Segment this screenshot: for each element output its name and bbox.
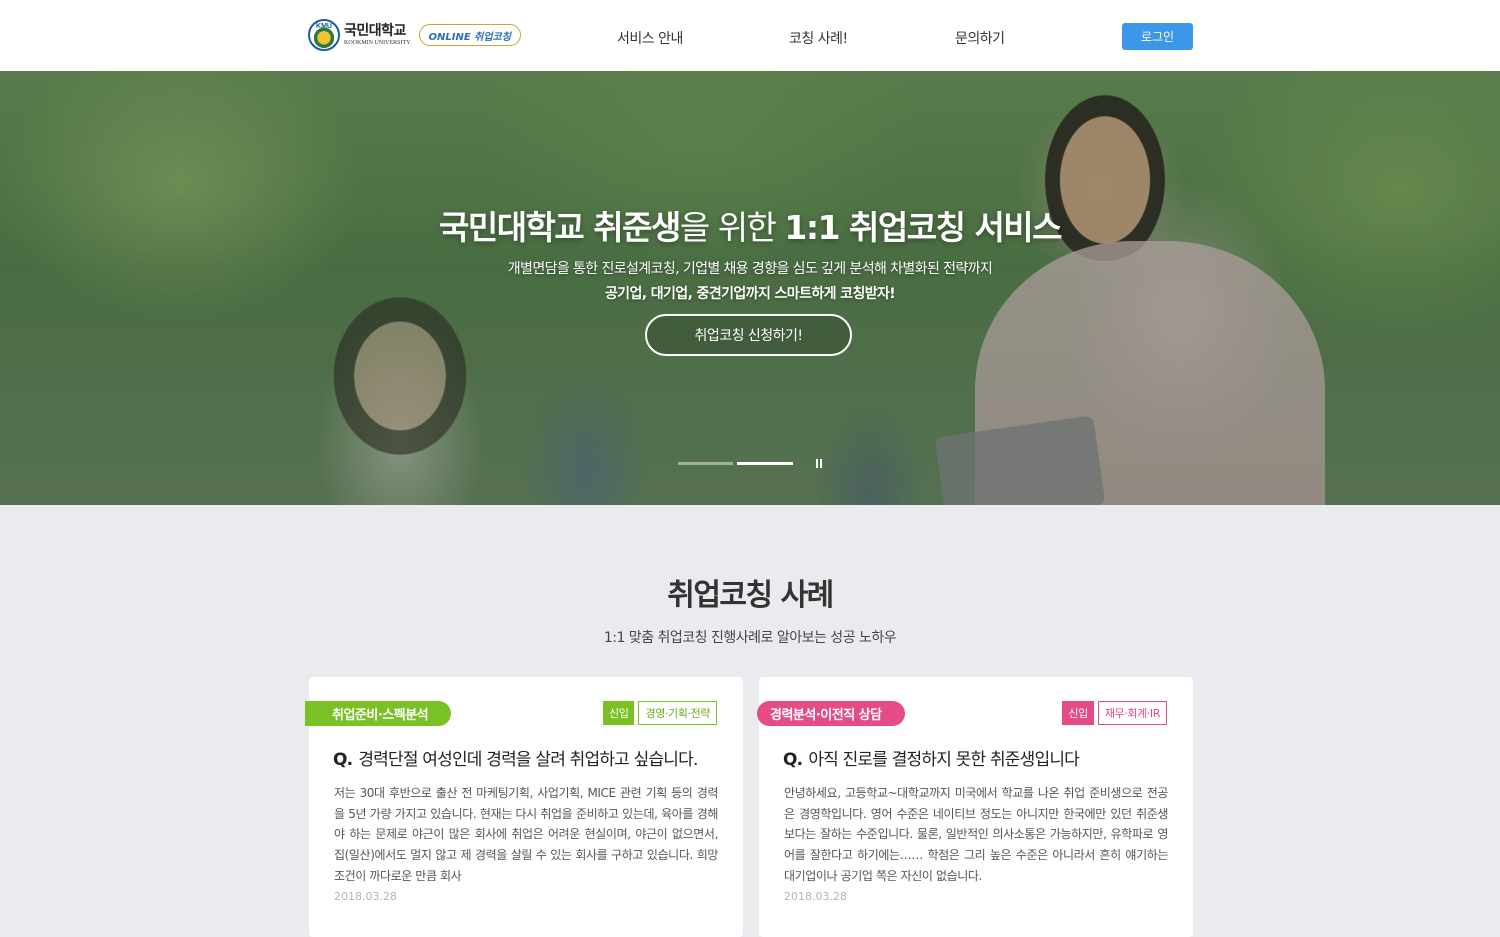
case-level-tag: 신입 xyxy=(1062,701,1094,725)
case-field-tag: 경영·기획·전략 xyxy=(638,701,717,725)
online-coaching-badge: ONLINE 취업코칭 xyxy=(418,24,521,46)
case-body: 저는 30대 후반으로 출산 전 마케팅기획, 사업기획, MICE 관련 기획… xyxy=(334,786,718,883)
case-date: 2018.03.28 xyxy=(784,890,847,903)
case-category-badge: 취업준비·스펙분석 xyxy=(305,701,452,726)
slide-indicator-1[interactable] xyxy=(678,462,733,465)
hero-subtitle-emphasis: 공기업, 대기업, 중견기업까지 스마트하게 코칭받자! xyxy=(604,286,896,302)
logo-name: 국민대학교 xyxy=(344,23,406,39)
section-subtitle: 1:1 맞춤 취업코칭 진행사례로 알아보는 성공 노하우 xyxy=(603,630,897,646)
case-body: 안녕하세요, 고등학교~대학교까지 미국에서 학교를 나온 취업 준비생으로 전… xyxy=(784,786,1168,883)
hero-banner: 국민대학교 취준생을 위한 1:1 취업코칭 서비스 개별면담을 통한 진로설계… xyxy=(0,71,1500,505)
hero-subtitle: 개별면담을 통한 진로설계코칭, 기업별 채용 경향을 심도 깊게 분석해 차별… xyxy=(507,261,993,277)
pause-icon[interactable] xyxy=(816,459,822,468)
section-title: 취업코칭 사례 xyxy=(667,578,834,613)
case-question[interactable]: Q. 경력단절 여성인데 경력을 살려 취업하고 싶습니다. xyxy=(333,745,698,770)
nav-coaching-cases[interactable]: 코칭 사례! xyxy=(789,28,848,48)
case-card[interactable]: 경력분석·이전직 상담 신입 재무·회계·IR Q. 아직 진로를 결정하지 못한… xyxy=(757,677,1193,937)
logo-english-name: KOOKMIN UNIVERSITY xyxy=(344,40,411,46)
case-tags: 신입 경영·기획·전략 xyxy=(603,701,717,725)
case-tags: 신입 재무·회계·IR xyxy=(1062,701,1167,725)
login-button[interactable]: 로그인 xyxy=(1122,23,1193,50)
nav-inquiry[interactable]: 문의하기 xyxy=(955,28,1005,48)
case-question[interactable]: Q. 아직 진로를 결정하지 못한 취준생입니다 xyxy=(783,745,1080,770)
case-field-tag: 재무·회계·IR xyxy=(1097,701,1167,725)
case-card[interactable]: 취업준비·스펙분석 신입 경영·기획·전략 Q. 경력단절 여성인데 경력을 살려… xyxy=(305,677,743,937)
case-category-badge: 경력분석·이전직 상담 xyxy=(757,701,905,726)
hero-title: 국민대학교 취준생을 위한 1:1 취업코칭 서비스 xyxy=(438,208,1063,247)
slide-indicator-2[interactable] xyxy=(737,462,793,465)
logo-text: 국민대학교 KOOKMIN UNIVERSITY xyxy=(344,24,411,46)
apply-coaching-button[interactable]: 취업코칭 신청하기! xyxy=(645,314,852,356)
nav-service-guide[interactable]: 서비스 안내 xyxy=(617,28,683,48)
case-date: 2018.03.28 xyxy=(334,890,397,903)
university-emblem-icon: KMU xyxy=(308,19,340,51)
case-level-tag: 신입 xyxy=(603,701,635,725)
site-logo[interactable]: KMU 국민대학교 KOOKMIN UNIVERSITY ONLINE 취업코칭 xyxy=(308,19,521,51)
site-header: KMU 국민대학교 KOOKMIN UNIVERSITY ONLINE 취업코칭… xyxy=(0,0,1500,71)
